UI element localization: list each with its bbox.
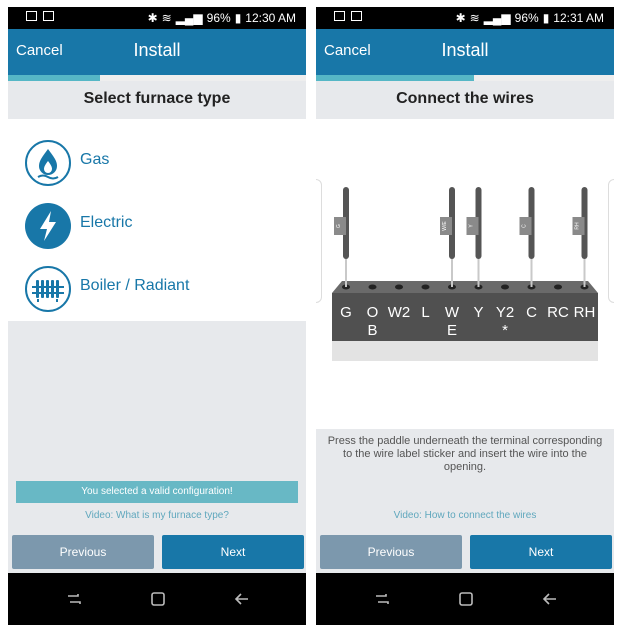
video-link[interactable]: Video: How to connect the wires [316, 510, 614, 521]
terminal-label: G [340, 304, 352, 321]
previous-button[interactable]: Previous [320, 535, 462, 569]
option-boiler-radiant[interactable]: Boiler / Radiant [8, 259, 306, 319]
terminal-hole [421, 284, 430, 290]
system-nav-bar [8, 573, 306, 625]
terminal-block-diagram: G W/E Y C RH G O W2 L W Y Y2 C RC RH B E * [332, 187, 598, 361]
battery-percent: 96% [206, 11, 231, 25]
wire-w: W/E [440, 187, 455, 287]
bluetooth-icon: ✱ [147, 11, 158, 25]
terminal-label: W2 [388, 304, 411, 321]
notification-icon [351, 11, 362, 21]
battery-icon: ▮ [542, 11, 550, 25]
page-title: Install [133, 40, 181, 60]
recent-apps-icon[interactable] [374, 591, 390, 607]
terminal-sublabel: B [367, 322, 377, 339]
terminal-label: L [421, 304, 429, 321]
back-icon[interactable] [234, 591, 250, 607]
recent-apps-icon[interactable] [66, 591, 82, 607]
home-icon[interactable] [150, 591, 166, 607]
furnace-type-list: Gas Electric Boiler / Radiant [8, 119, 306, 321]
notification-icon [43, 11, 54, 21]
wire-g: G [334, 187, 349, 287]
terminal-label: O [367, 304, 379, 321]
terminal-label: Y [473, 304, 483, 321]
page-title: Install [441, 40, 489, 60]
wiring-diagram: G W/E Y C RH G O W2 L W Y Y2 C RC RH B E * [316, 119, 614, 429]
terminal-hole [368, 284, 377, 290]
status-bar: ✱ ≋ ▂▄▆ 96% ▮ 12:30 AM [8, 7, 306, 29]
section-title: Select furnace type [8, 81, 306, 117]
terminal-hole [501, 284, 509, 290]
video-link[interactable]: Video: What is my furnace type? [8, 510, 306, 521]
terminal-label: W [445, 304, 460, 321]
app-bar: Cancel Install [316, 29, 614, 75]
signal-icon: ▂▄▆ [175, 11, 203, 25]
system-nav-bar [316, 573, 614, 625]
lightning-icon [25, 203, 71, 249]
status-bar: ✱ ≋ ▂▄▆ 96% ▮ 12:31 AM [316, 7, 614, 29]
option-label: Boiler / Radiant [80, 277, 190, 294]
terminal-hole [554, 284, 562, 290]
next-button[interactable]: Next [162, 535, 304, 569]
battery-percent: 96% [514, 11, 539, 25]
wire-tag-label: W/E [442, 221, 448, 231]
gallery-icon [334, 11, 345, 21]
app-bar: Cancel Install [8, 29, 306, 75]
terminal-label: RH [574, 304, 596, 321]
terminal-label: RC [547, 304, 569, 321]
wire-tag-label: C [522, 224, 528, 228]
bluetooth-icon: ✱ [455, 11, 466, 25]
previous-button[interactable]: Previous [12, 535, 154, 569]
terminal-sublabel: E [447, 322, 457, 339]
terminal-label: Y2 [496, 304, 514, 321]
terminal-hole [395, 284, 403, 290]
section-title: Connect the wires [316, 81, 614, 117]
wire-rh: RH [572, 187, 588, 287]
wire-c: C [519, 187, 535, 287]
clock: 12:31 AM [553, 11, 604, 25]
signal-icon: ▂▄▆ [483, 11, 511, 25]
left-screen: ✱ ≋ ▂▄▆ 96% ▮ 12:30 AM Cancel Install Se… [8, 7, 306, 625]
radiator-icon [25, 266, 71, 312]
wifi-icon: ≋ [469, 11, 480, 25]
option-gas[interactable]: Gas [8, 133, 306, 193]
wire-tag-label: RH [575, 222, 581, 230]
home-icon[interactable] [458, 591, 474, 607]
wire-tag-label: G [336, 224, 342, 228]
instructions-text: Press the paddle underneath the terminal… [327, 435, 603, 473]
gas-flame-icon [25, 140, 71, 186]
option-electric[interactable]: Electric [8, 196, 306, 256]
wifi-icon: ≋ [161, 11, 172, 25]
option-label: Electric [80, 214, 133, 231]
battery-icon: ▮ [234, 11, 242, 25]
terminal-sublabel: * [502, 322, 508, 339]
terminal-label: C [526, 304, 537, 321]
next-button[interactable]: Next [470, 535, 612, 569]
right-screen: ✱ ≋ ▂▄▆ 96% ▮ 12:31 AM Cancel Install Co… [316, 7, 614, 625]
back-icon[interactable] [542, 591, 558, 607]
gallery-icon [26, 11, 37, 21]
wire-y: Y [466, 187, 482, 287]
valid-config-banner: You selected a valid configuration! [16, 481, 298, 503]
clock: 12:30 AM [245, 11, 296, 25]
option-label: Gas [80, 151, 110, 168]
